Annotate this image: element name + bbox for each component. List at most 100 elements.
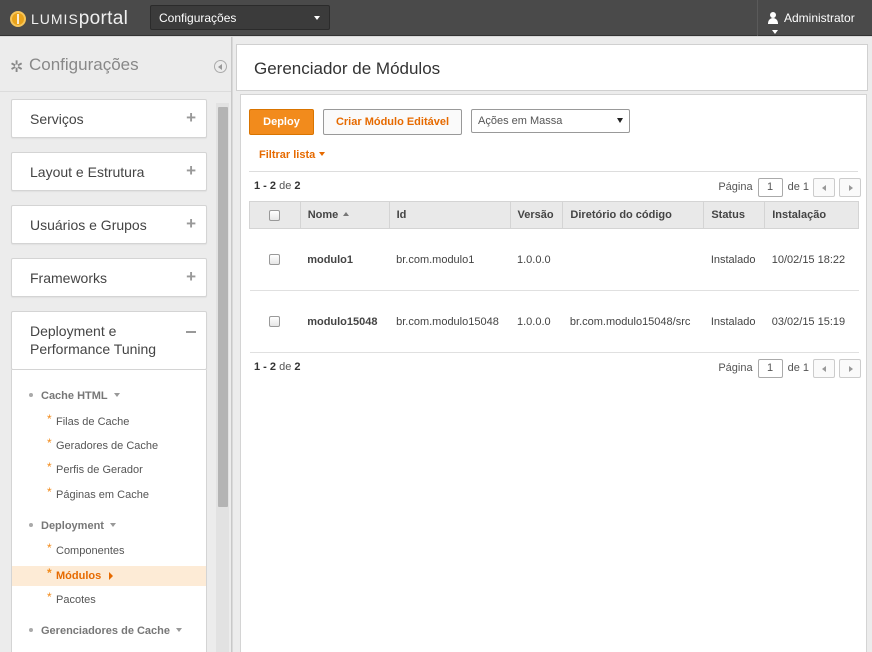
page-title: Gerenciador de Módulos	[254, 59, 441, 78]
tree-item-modulos[interactable]: * Módulos	[12, 566, 206, 586]
asterisk-icon: *	[47, 541, 52, 555]
page-input[interactable]: 1	[757, 358, 783, 378]
site-select[interactable]: Configurações	[150, 5, 330, 30]
chevron-down-icon	[617, 118, 623, 123]
table-header-row: Nome Id Versão Diretório do código Statu…	[249, 201, 859, 229]
user-name: Administrator	[784, 11, 855, 25]
brand-name: LUMISportal	[31, 8, 129, 29]
bullet-icon	[29, 628, 33, 632]
sidebar-item-usuarios[interactable]: Usuários e Grupos +	[11, 205, 207, 244]
tree-item-filas-de-cache[interactable]: * Filas de Cache	[12, 412, 206, 432]
chevron-down-icon	[109, 523, 116, 527]
row-select-cell	[249, 290, 301, 353]
asterisk-icon: *	[47, 566, 52, 580]
sidebar-item-label: Serviços	[30, 111, 84, 127]
sidebar-item-frameworks[interactable]: Frameworks +	[11, 258, 207, 297]
col-status[interactable]: Status	[703, 201, 766, 229]
col-nome[interactable]: Nome	[300, 201, 390, 229]
sidebar-item-label: Frameworks	[30, 270, 108, 286]
tree-group-deployment[interactable]: Deployment	[29, 520, 116, 532]
chevron-down-icon	[319, 152, 326, 156]
chevron-down-icon	[772, 30, 778, 34]
bulk-actions-select[interactable]: Ações em Massa	[471, 109, 630, 133]
cell-nome[interactable]: modulo15048	[300, 290, 390, 353]
tree-item-pacotes[interactable]: * Pacotes	[12, 590, 206, 610]
cell-nome[interactable]: modulo1	[300, 228, 390, 291]
bullet-icon	[29, 523, 33, 527]
site-select-value: Configurações	[159, 11, 237, 25]
sidebar-item-layout[interactable]: Layout e Estrutura +	[11, 152, 207, 191]
top-bar: LUMISportal Configurações Administrator	[0, 0, 872, 36]
bullet-icon	[29, 393, 33, 397]
chevron-right-icon[interactable]	[839, 358, 861, 378]
modules-table: Nome Id Versão Diretório do código Statu…	[249, 201, 859, 353]
chevron-right-icon[interactable]	[839, 177, 861, 197]
tree-group-cache-html[interactable]: Cache HTML	[29, 390, 120, 402]
tree-item-perfis-de-gerador[interactable]: * Perfis de Gerador	[12, 460, 206, 480]
cell-versao: 1.0.0.0	[510, 228, 563, 291]
plus-icon: +	[186, 267, 196, 286]
asterisk-icon: *	[47, 590, 52, 604]
cell-instalacao: 10/02/15 18:22	[764, 228, 859, 291]
row-checkbox[interactable]	[269, 316, 281, 328]
page-input[interactable]: 1	[757, 177, 783, 197]
chevron-left-icon[interactable]	[813, 177, 835, 197]
plus-icon: +	[186, 161, 196, 180]
sidebar-item-label: Deployment e Performance Tuning	[30, 323, 157, 357]
tree-item-paginas-em-cache[interactable]: * Páginas em Cache	[12, 485, 206, 505]
asterisk-icon: *	[47, 485, 52, 499]
filter-list-link[interactable]: Filtrar lista	[259, 149, 326, 161]
collapse-left-icon[interactable]	[214, 60, 227, 73]
page-label: Página	[718, 362, 753, 374]
sidebar-item-servicos[interactable]: Serviços +	[11, 99, 207, 138]
sidebar-header: ✲ Configurações	[0, 37, 231, 92]
create-editable-module-button[interactable]: Criar Módulo Editável	[323, 109, 462, 135]
col-versao[interactable]: Versão	[510, 201, 564, 229]
globe-logo-icon	[10, 11, 26, 27]
row-checkbox[interactable]	[269, 254, 281, 266]
main-area: Gerenciador de Módulos Deploy Criar Módu…	[233, 37, 872, 652]
sidebar-item-deployment[interactable]: Deployment e Performance Tuning	[11, 311, 207, 370]
page-of-label: de 1	[787, 181, 809, 193]
table-row[interactable]: modulo15048 br.com.modulo15048 1.0.0.0 b…	[249, 290, 859, 353]
divider	[249, 171, 858, 172]
asterisk-icon: *	[47, 436, 52, 450]
table-row[interactable]: modulo1 br.com.modulo1 1.0.0.0 Instalado…	[249, 228, 859, 291]
sidebar-scroll-thumb[interactable]	[218, 107, 228, 507]
cell-status: Instalado	[703, 290, 765, 353]
deploy-button[interactable]: Deploy	[249, 109, 314, 135]
select-all-cell	[249, 201, 301, 229]
bulk-actions-value: Ações em Massa	[478, 115, 563, 127]
minus-icon	[186, 331, 196, 333]
pagination-bottom: Página 1 de 1	[718, 358, 861, 378]
page-header: Gerenciador de Módulos	[236, 44, 868, 91]
deployment-subtree: Cache HTML * Filas de Cache * Geradores de…	[11, 370, 207, 652]
page-label: Página	[718, 181, 753, 193]
pagination-top: Página 1 de 1	[718, 177, 861, 197]
cell-diretorio	[562, 228, 704, 291]
cell-instalacao: 03/02/15 15:19	[764, 290, 859, 353]
cell-versao: 1.0.0.0	[510, 290, 563, 353]
chevron-down-icon	[113, 393, 120, 397]
user-menu[interactable]: Administrator	[757, 0, 872, 36]
tree-item-componentes[interactable]: * Componentes	[12, 541, 206, 561]
tree-group-gerenciadores[interactable]: Gerenciadores de Cache	[29, 625, 183, 637]
sort-asc-icon	[343, 212, 350, 216]
chevron-right-icon	[109, 572, 114, 580]
row-select-cell	[249, 228, 301, 291]
col-id[interactable]: Id	[389, 201, 511, 229]
chevron-left-icon[interactable]	[813, 358, 835, 378]
cell-status: Instalado	[703, 228, 765, 291]
logo[interactable]: LUMISportal	[10, 8, 128, 30]
cell-id: br.com.modulo15048	[389, 290, 510, 353]
chevron-down-icon	[176, 628, 183, 632]
asterisk-icon: *	[47, 412, 52, 426]
content-panel: Deploy Criar Módulo Editável Ações em Ma…	[240, 94, 867, 652]
result-count-bottom: 1 - 2 de 2	[254, 361, 301, 373]
plus-icon: +	[186, 108, 196, 127]
col-diretorio[interactable]: Diretório do código	[562, 201, 705, 229]
tree-item-geradores-de-cache[interactable]: * Geradores de Cache	[12, 436, 206, 456]
select-all-checkbox[interactable]	[269, 209, 281, 221]
cell-diretorio: br.com.modulo15048/src	[562, 290, 704, 353]
col-instalacao[interactable]: Instalação	[764, 201, 859, 229]
